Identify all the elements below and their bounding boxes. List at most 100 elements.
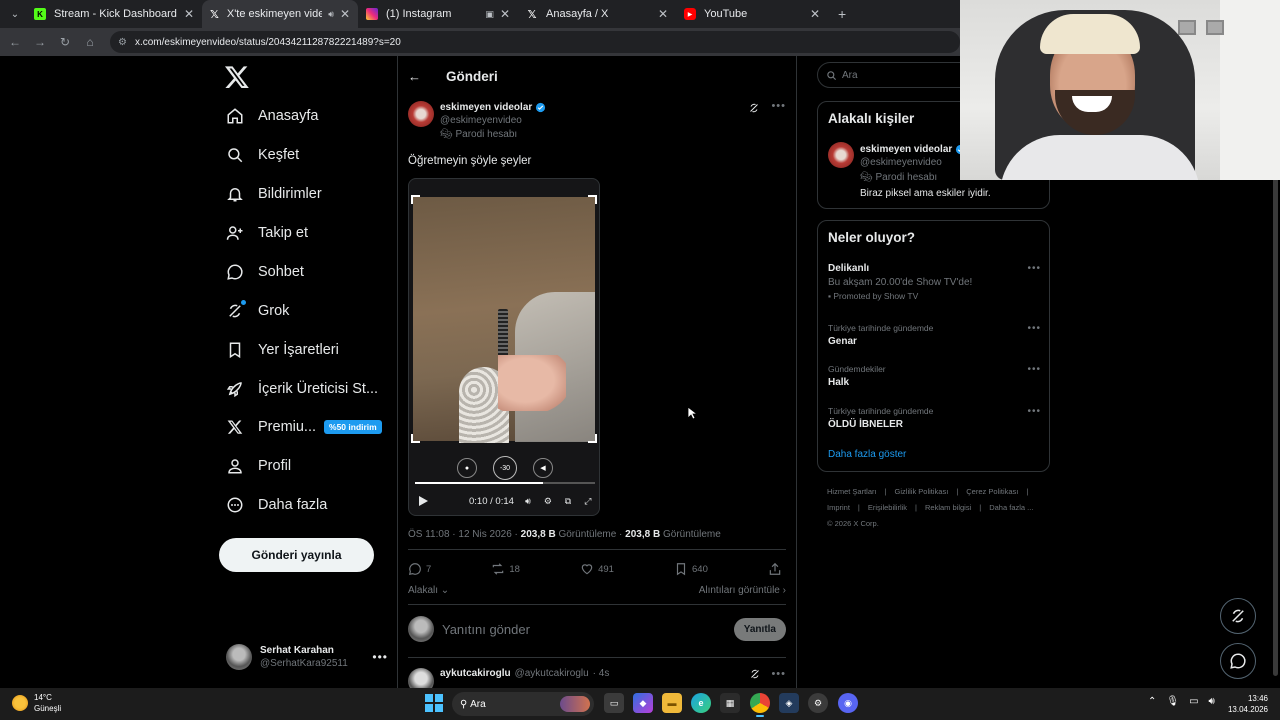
rewind-button[interactable]: -30 <box>493 456 517 480</box>
nav-chat[interactable]: Sohbet <box>224 257 304 287</box>
tab-x-post[interactable]: 𝕏 X'te eskimeyen videolar: "Ö 🔊︎ ✕ <box>202 0 358 28</box>
more-dots-icon[interactable]: ••• <box>1027 263 1041 274</box>
nav-notifications[interactable]: Bildirimler <box>224 179 322 209</box>
reply-author-name[interactable]: aykutcakiroglu <box>440 668 511 679</box>
discord-icon[interactable]: ◉ <box>838 693 858 713</box>
video-frame[interactable] <box>413 197 595 443</box>
repost-action[interactable]: 18 <box>491 562 520 576</box>
display-icon[interactable]: ▭ <box>1189 696 1198 707</box>
tab-close-icon[interactable]: ✕ <box>494 7 510 21</box>
settings-icon[interactable]: ⚙ <box>542 495 554 507</box>
trend-item[interactable]: Delikanlı Bu akşam 20.00'de Show TV'de! … <box>828 263 1041 301</box>
nav-grok[interactable]: Grok <box>224 296 289 326</box>
record-icon[interactable]: ● <box>457 458 477 478</box>
reply-button[interactable]: Yanıtla <box>733 617 786 641</box>
chrome-icon[interactable] <box>750 693 770 717</box>
copilot-icon[interactable]: ◆ <box>633 693 653 713</box>
store-icon[interactable]: ▦ <box>720 693 740 713</box>
person-name[interactable]: eskimeyen videolar <box>860 144 952 155</box>
account-switcher[interactable]: Serhat Karahan @SerhatKara92511 ••• <box>226 640 388 674</box>
back-arrow-icon[interactable]: ← <box>3 30 27 54</box>
tab-instagram[interactable]: (1) Instagram ▣ ✕ <box>358 0 518 28</box>
more-dots-icon[interactable]: ••• <box>1027 364 1041 375</box>
new-tab-plus-icon[interactable]: + <box>838 6 846 22</box>
tab-close-icon[interactable]: ✕ <box>652 7 668 21</box>
send-icon[interactable]: ◀ <box>533 458 553 478</box>
trend-item[interactable]: Türkiye tarihinde gündemde ÖLDÜ İBNELER … <box>828 406 1041 430</box>
tab-youtube[interactable]: ▶ YouTube ✕ <box>676 0 828 28</box>
start-button[interactable] <box>425 694 443 712</box>
share-action[interactable] <box>768 562 786 576</box>
grok-icon[interactable] <box>748 102 760 114</box>
reload-icon[interactable]: ↻ <box>53 30 77 54</box>
author-avatar[interactable] <box>408 101 434 127</box>
tab-close-icon[interactable]: ✕ <box>178 7 194 21</box>
tab-x-home[interactable]: 𝕏 Anasayfa / X ✕ <box>518 0 676 28</box>
trend-item[interactable]: Gündemdekiler Halk ••• <box>828 364 1041 388</box>
nav-profile[interactable]: Profil <box>224 451 291 481</box>
taskbar-search[interactable]: ⚲ Ara <box>452 692 594 716</box>
more-dots-icon[interactable]: ••• <box>1027 406 1041 417</box>
footer-link[interactable]: Gizlilik Politikası <box>895 487 949 496</box>
task-view-icon[interactable]: ▭ <box>604 693 624 713</box>
show-more-link[interactable]: Daha fazla göster <box>828 449 906 460</box>
nav-bookmarks[interactable]: Yer İşaretleri <box>224 335 339 365</box>
volume-icon[interactable]: 🔊︎ <box>1209 696 1215 707</box>
back-arrow-icon[interactable]: ← <box>408 69 424 84</box>
trend-item[interactable]: Türkiye tarihinde gündemde Genar ••• <box>828 323 1041 347</box>
edge-icon[interactable]: e <box>691 693 711 713</box>
x-logo-icon[interactable] <box>224 64 250 90</box>
taskbar-clock[interactable]: 13:46 13.04.2026 <box>1226 693 1268 715</box>
footer-link[interactable]: Çerez Politikası <box>966 487 1018 496</box>
nav-more[interactable]: Daha fazla <box>224 490 327 520</box>
nav-follow[interactable]: Takip et <box>224 218 308 248</box>
fullscreen-icon[interactable]: ⤢ <box>582 495 594 507</box>
person-handle[interactable]: @eskimeyenvideo <box>860 157 942 168</box>
footer-link[interactable]: Reklam bilgisi <box>925 503 971 512</box>
reply-item[interactable]: aykutcakiroglu @aykutcakiroglu · 4s ••• <box>408 668 786 688</box>
tab-close-icon[interactable]: ✕ <box>334 7 350 21</box>
footer-link[interactable]: Imprint <box>827 503 850 512</box>
grok-icon[interactable] <box>749 668 761 680</box>
video-player[interactable]: ● -30 ◀ 0:10 / 0:14 🔊︎ ⚙ ⧉ ⤢ <box>408 178 600 516</box>
media-icon[interactable]: ▣ <box>485 9 494 20</box>
volume-icon[interactable]: 🔊︎ <box>522 495 534 507</box>
weather-widget[interactable]: 14°C Güneşli <box>12 692 61 714</box>
like-action[interactable]: 491 <box>580 562 614 576</box>
grok-fab-button[interactable] <box>1220 598 1256 634</box>
more-dots-icon[interactable]: ••• <box>1027 323 1041 334</box>
forward-arrow-icon[interactable]: → <box>28 30 52 54</box>
messages-fab-button[interactable] <box>1220 643 1256 679</box>
footer-link[interactable]: Hizmet Şartları <box>827 487 877 496</box>
nav-explore[interactable]: Keşfet <box>224 140 299 170</box>
chevron-up-icon[interactable]: ⌃ <box>1148 696 1156 707</box>
post-timestamp[interactable]: ÖS 11:08 · 12 Nis 2026 · <box>408 529 521 540</box>
picture-in-picture-icon[interactable]: ⧉ <box>562 495 574 507</box>
video-progress-bar[interactable] <box>415 482 595 484</box>
more-dots-icon[interactable]: ••• <box>372 650 388 664</box>
app-icon[interactable]: ◈ <box>779 693 799 713</box>
microphone-icon[interactable]: 🎙︎ <box>1166 696 1179 707</box>
avatar[interactable] <box>408 668 434 688</box>
post-button[interactable]: Gönderi yayınla <box>219 538 374 572</box>
tab-kick[interactable]: K Stream - Kick Dashboard ✕ <box>26 0 202 28</box>
more-dots-icon[interactable]: ••• <box>771 668 786 680</box>
tab-close-icon[interactable]: ✕ <box>804 7 820 21</box>
reply-author-handle[interactable]: @aykutcakiroglu <box>515 668 589 679</box>
bookmark-action[interactable]: 640 <box>674 562 708 576</box>
footer-link[interactable]: Daha fazla ... <box>989 503 1033 512</box>
footer-link[interactable]: Erişilebilirlik <box>868 503 907 512</box>
site-info-icon[interactable]: ⚙ <box>118 37 127 48</box>
nav-creator-studio[interactable]: İçerik Üreticisi St... <box>224 374 378 404</box>
file-explorer-icon[interactable]: ▬ <box>662 693 682 713</box>
author-handle[interactable]: @eskimeyenvideo <box>440 115 522 126</box>
steam-icon[interactable]: ⚙ <box>808 693 828 713</box>
tab-search-button[interactable]: ⌄ <box>4 3 26 25</box>
address-bar[interactable]: ⚙ x.com/eskimeyenvideo/status/2043421128… <box>110 31 960 53</box>
view-quotes-link[interactable]: Alıntıları görüntüle › <box>699 585 786 596</box>
author-name[interactable]: eskimeyen videolar <box>440 102 532 113</box>
reply-action[interactable]: 7 <box>408 562 431 576</box>
nav-home[interactable]: Anasayfa <box>224 101 318 131</box>
nav-premium[interactable]: Premiu... %50 indirim <box>224 412 382 442</box>
play-icon[interactable] <box>417 495 429 507</box>
